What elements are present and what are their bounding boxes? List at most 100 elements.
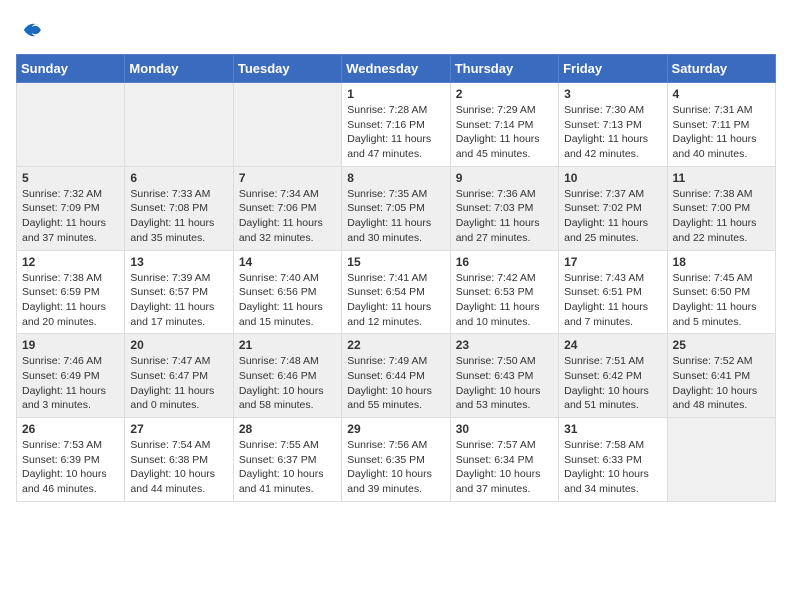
- calendar-table: SundayMondayTuesdayWednesdayThursdayFrid…: [16, 54, 776, 502]
- cell-content: Sunrise: 7:51 AM Sunset: 6:42 PM Dayligh…: [564, 354, 661, 413]
- cell-content: Sunrise: 7:55 AM Sunset: 6:37 PM Dayligh…: [239, 438, 336, 497]
- day-number: 20: [130, 338, 227, 352]
- logo: [16, 16, 48, 44]
- calendar-cell: 13 Sunrise: 7:39 AM Sunset: 6:57 PM Dayli…: [125, 250, 233, 334]
- calendar-cell: 11Sunrise: 7:38 AM Sunset: 7:00 PM Dayli…: [667, 166, 775, 250]
- cell-content: Sunrise: 7:40 AM Sunset: 6:56 PM Dayligh…: [239, 271, 336, 330]
- calendar-cell: 18 Sunrise: 7:45 AM Sunset: 6:50 PM Dayli…: [667, 250, 775, 334]
- calendar-cell: 9 Sunrise: 7:36 AM Sunset: 7:03 PM Daylig…: [450, 166, 558, 250]
- cell-content: Sunrise: 7:53 AM Sunset: 6:39 PM Dayligh…: [22, 438, 119, 497]
- calendar-week-4: 19Sunrise: 7:46 AM Sunset: 6:49 PM Dayli…: [17, 334, 776, 418]
- cell-content: Sunrise: 7:34 AM Sunset: 7:06 PM Dayligh…: [239, 187, 336, 246]
- cell-content: Sunrise: 7:36 AM Sunset: 7:03 PM Dayligh…: [456, 187, 553, 246]
- calendar-cell: 14 Sunrise: 7:40 AM Sunset: 6:56 PM Dayli…: [233, 250, 341, 334]
- day-number: 16: [456, 255, 553, 269]
- cell-content: Sunrise: 7:29 AM Sunset: 7:14 PM Dayligh…: [456, 103, 553, 162]
- cell-content: Sunrise: 7:39 AM Sunset: 6:57 PM Dayligh…: [130, 271, 227, 330]
- day-number: 30: [456, 422, 553, 436]
- calendar-cell: 30 Sunrise: 7:57 AM Sunset: 6:34 PM Dayli…: [450, 418, 558, 502]
- cell-content: Sunrise: 7:54 AM Sunset: 6:38 PM Dayligh…: [130, 438, 227, 497]
- cell-content: Sunrise: 7:28 AM Sunset: 7:16 PM Dayligh…: [347, 103, 444, 162]
- calendar-cell: 3Sunrise: 7:30 AM Sunset: 7:13 PM Daylig…: [559, 83, 667, 167]
- cell-content: Sunrise: 7:52 AM Sunset: 6:41 PM Dayligh…: [673, 354, 770, 413]
- calendar-cell: [125, 83, 233, 167]
- cell-content: Sunrise: 7:38 AM Sunset: 7:00 PM Dayligh…: [673, 187, 770, 246]
- cell-content: Sunrise: 7:57 AM Sunset: 6:34 PM Dayligh…: [456, 438, 553, 497]
- cell-content: Sunrise: 7:49 AM Sunset: 6:44 PM Dayligh…: [347, 354, 444, 413]
- day-number: 29: [347, 422, 444, 436]
- calendar-cell: 8Sunrise: 7:35 AM Sunset: 7:05 PM Daylig…: [342, 166, 450, 250]
- day-number: 26: [22, 422, 119, 436]
- day-header-thursday: Thursday: [450, 55, 558, 83]
- day-number: 7: [239, 171, 336, 185]
- cell-content: Sunrise: 7:43 AM Sunset: 6:51 PM Dayligh…: [564, 271, 661, 330]
- calendar-cell: 19Sunrise: 7:46 AM Sunset: 6:49 PM Dayli…: [17, 334, 125, 418]
- day-header-saturday: Saturday: [667, 55, 775, 83]
- calendar-cell: 7 Sunrise: 7:34 AM Sunset: 7:06 PM Daylig…: [233, 166, 341, 250]
- calendar-week-5: 26 Sunrise: 7:53 AM Sunset: 6:39 PM Dayli…: [17, 418, 776, 502]
- calendar-cell: 16 Sunrise: 7:42 AM Sunset: 6:53 PM Dayli…: [450, 250, 558, 334]
- day-header-tuesday: Tuesday: [233, 55, 341, 83]
- cell-content: Sunrise: 7:46 AM Sunset: 6:49 PM Dayligh…: [22, 354, 119, 413]
- calendar-cell: 23Sunrise: 7:50 AM Sunset: 6:43 PM Dayli…: [450, 334, 558, 418]
- calendar-cell: [17, 83, 125, 167]
- logo-icon: [16, 16, 44, 44]
- day-number: 23: [456, 338, 553, 352]
- calendar-cell: 4 Sunrise: 7:31 AM Sunset: 7:11 PM Daylig…: [667, 83, 775, 167]
- calendar-cell: 20 Sunrise: 7:47 AM Sunset: 6:47 PM Dayli…: [125, 334, 233, 418]
- day-header-friday: Friday: [559, 55, 667, 83]
- day-number: 5: [22, 171, 119, 185]
- calendar-cell: 24 Sunrise: 7:51 AM Sunset: 6:42 PM Dayli…: [559, 334, 667, 418]
- day-number: 8: [347, 171, 444, 185]
- calendar-cell: 31 Sunrise: 7:58 AM Sunset: 6:33 PM Dayli…: [559, 418, 667, 502]
- day-number: 10: [564, 171, 661, 185]
- day-number: 2: [456, 87, 553, 101]
- day-header-wednesday: Wednesday: [342, 55, 450, 83]
- cell-content: Sunrise: 7:32 AM Sunset: 7:09 PM Dayligh…: [22, 187, 119, 246]
- calendar-cell: 29 Sunrise: 7:56 AM Sunset: 6:35 PM Dayli…: [342, 418, 450, 502]
- calendar-week-2: 5 Sunrise: 7:32 AM Sunset: 7:09 PM Daylig…: [17, 166, 776, 250]
- cell-content: Sunrise: 7:42 AM Sunset: 6:53 PM Dayligh…: [456, 271, 553, 330]
- calendar-week-3: 12Sunrise: 7:38 AM Sunset: 6:59 PM Dayli…: [17, 250, 776, 334]
- calendar-cell: 5 Sunrise: 7:32 AM Sunset: 7:09 PM Daylig…: [17, 166, 125, 250]
- calendar-cell: 22 Sunrise: 7:49 AM Sunset: 6:44 PM Dayli…: [342, 334, 450, 418]
- calendar-cell: 21 Sunrise: 7:48 AM Sunset: 6:46 PM Dayli…: [233, 334, 341, 418]
- day-number: 25: [673, 338, 770, 352]
- calendar-cell: 10 Sunrise: 7:37 AM Sunset: 7:02 PM Dayli…: [559, 166, 667, 250]
- day-number: 18: [673, 255, 770, 269]
- day-number: 13: [130, 255, 227, 269]
- cell-content: Sunrise: 7:56 AM Sunset: 6:35 PM Dayligh…: [347, 438, 444, 497]
- cell-content: Sunrise: 7:31 AM Sunset: 7:11 PM Dayligh…: [673, 103, 770, 162]
- day-number: 17: [564, 255, 661, 269]
- day-number: 1: [347, 87, 444, 101]
- day-header-sunday: Sunday: [17, 55, 125, 83]
- day-header-monday: Monday: [125, 55, 233, 83]
- calendar-cell: 28Sunrise: 7:55 AM Sunset: 6:37 PM Dayli…: [233, 418, 341, 502]
- cell-content: Sunrise: 7:33 AM Sunset: 7:08 PM Dayligh…: [130, 187, 227, 246]
- day-number: 6: [130, 171, 227, 185]
- calendar-cell: [233, 83, 341, 167]
- calendar-header-row: SundayMondayTuesdayWednesdayThursdayFrid…: [17, 55, 776, 83]
- day-number: 15: [347, 255, 444, 269]
- calendar-cell: 12Sunrise: 7:38 AM Sunset: 6:59 PM Dayli…: [17, 250, 125, 334]
- cell-content: Sunrise: 7:45 AM Sunset: 6:50 PM Dayligh…: [673, 271, 770, 330]
- day-number: 24: [564, 338, 661, 352]
- calendar-cell: 6 Sunrise: 7:33 AM Sunset: 7:08 PM Daylig…: [125, 166, 233, 250]
- day-number: 14: [239, 255, 336, 269]
- day-number: 22: [347, 338, 444, 352]
- calendar-cell: 17 Sunrise: 7:43 AM Sunset: 6:51 PM Dayli…: [559, 250, 667, 334]
- cell-content: Sunrise: 7:48 AM Sunset: 6:46 PM Dayligh…: [239, 354, 336, 413]
- calendar-cell: 25 Sunrise: 7:52 AM Sunset: 6:41 PM Dayli…: [667, 334, 775, 418]
- calendar-cell: 1 Sunrise: 7:28 AM Sunset: 7:16 PM Daylig…: [342, 83, 450, 167]
- day-number: 21: [239, 338, 336, 352]
- cell-content: Sunrise: 7:47 AM Sunset: 6:47 PM Dayligh…: [130, 354, 227, 413]
- day-number: 31: [564, 422, 661, 436]
- day-number: 12: [22, 255, 119, 269]
- cell-content: Sunrise: 7:37 AM Sunset: 7:02 PM Dayligh…: [564, 187, 661, 246]
- day-number: 4: [673, 87, 770, 101]
- day-number: 27: [130, 422, 227, 436]
- cell-content: Sunrise: 7:30 AM Sunset: 7:13 PM Dayligh…: [564, 103, 661, 162]
- day-number: 9: [456, 171, 553, 185]
- calendar-cell: 15Sunrise: 7:41 AM Sunset: 6:54 PM Dayli…: [342, 250, 450, 334]
- cell-content: Sunrise: 7:58 AM Sunset: 6:33 PM Dayligh…: [564, 438, 661, 497]
